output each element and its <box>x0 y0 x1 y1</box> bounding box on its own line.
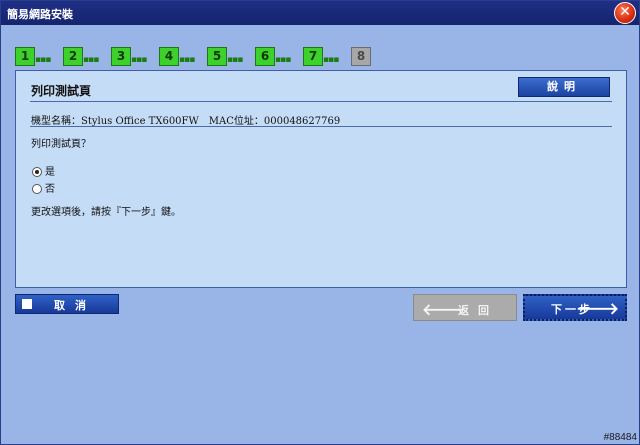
step-number: 1 <box>15 47 35 66</box>
back-button[interactable]: 🡐 返回 <box>413 294 517 321</box>
divider <box>30 126 612 127</box>
radio-checked-icon[interactable] <box>32 167 42 177</box>
step-dots: ▪▪▪ <box>131 55 147 65</box>
step-dots: ▪▪▪ <box>35 55 51 65</box>
back-label: 返回 <box>458 304 498 317</box>
step-number: 4 <box>159 47 179 66</box>
radio-unchecked-icon[interactable] <box>32 184 42 194</box>
option-yes[interactable]: 是 <box>32 163 55 178</box>
help-button[interactable]: 說明 <box>518 77 610 97</box>
question-label: 列印測試頁？ <box>31 139 91 150</box>
step-number: 2 <box>63 47 83 66</box>
step-number: 5 <box>207 47 227 66</box>
step-number: 8 <box>351 47 371 66</box>
step-number: 3 <box>111 47 131 66</box>
step-dots: ▪▪▪ <box>323 55 339 65</box>
option-label: 是 <box>45 167 55 178</box>
panel-title: 列印測試頁 <box>31 84 92 98</box>
cancel-label: 取消 <box>54 299 96 312</box>
title-bar: 簡易網路安裝 ✕ <box>1 1 639 25</box>
option-no[interactable]: 否 <box>32 180 55 195</box>
step-dots: ▪▪▪ <box>227 55 243 65</box>
step-dots: ▪▪▪ <box>179 55 195 65</box>
divider <box>30 101 612 102</box>
window-title: 簡易網路安裝 <box>7 8 73 21</box>
checkbox-icon <box>22 299 32 309</box>
step-dots: ▪▪▪ <box>83 55 99 65</box>
printer-info: 機型名稱：Stylus Office TX600FW MAC位址：0000486… <box>31 116 341 127</box>
step-dots: ▪▪▪ <box>275 55 291 65</box>
step-number: 7 <box>303 47 323 66</box>
instruction-text: 更改選項後，請按『下一步』鍵。 <box>31 207 181 218</box>
option-label: 否 <box>45 184 55 195</box>
close-icon: ✕ <box>619 4 631 20</box>
content-panel: 列印測試頁 說明 機型名稱：Stylus Office TX600FW MAC位… <box>15 70 627 288</box>
arrow-right-icon: 🡒 <box>576 299 619 318</box>
cancel-button[interactable]: 取消 <box>15 294 119 314</box>
setup-window: 簡易網路安裝 ✕ 1 ▪▪▪ 2 ▪▪▪ 3 ▪▪▪ 4 ▪▪▪ 5 ▪▪▪ 6… <box>0 0 640 445</box>
step-number: 6 <box>255 47 275 66</box>
close-button[interactable]: ✕ <box>614 2 636 24</box>
image-id-label: #88484 <box>603 432 637 443</box>
next-button[interactable]: 下一步 🡒 <box>523 294 627 321</box>
